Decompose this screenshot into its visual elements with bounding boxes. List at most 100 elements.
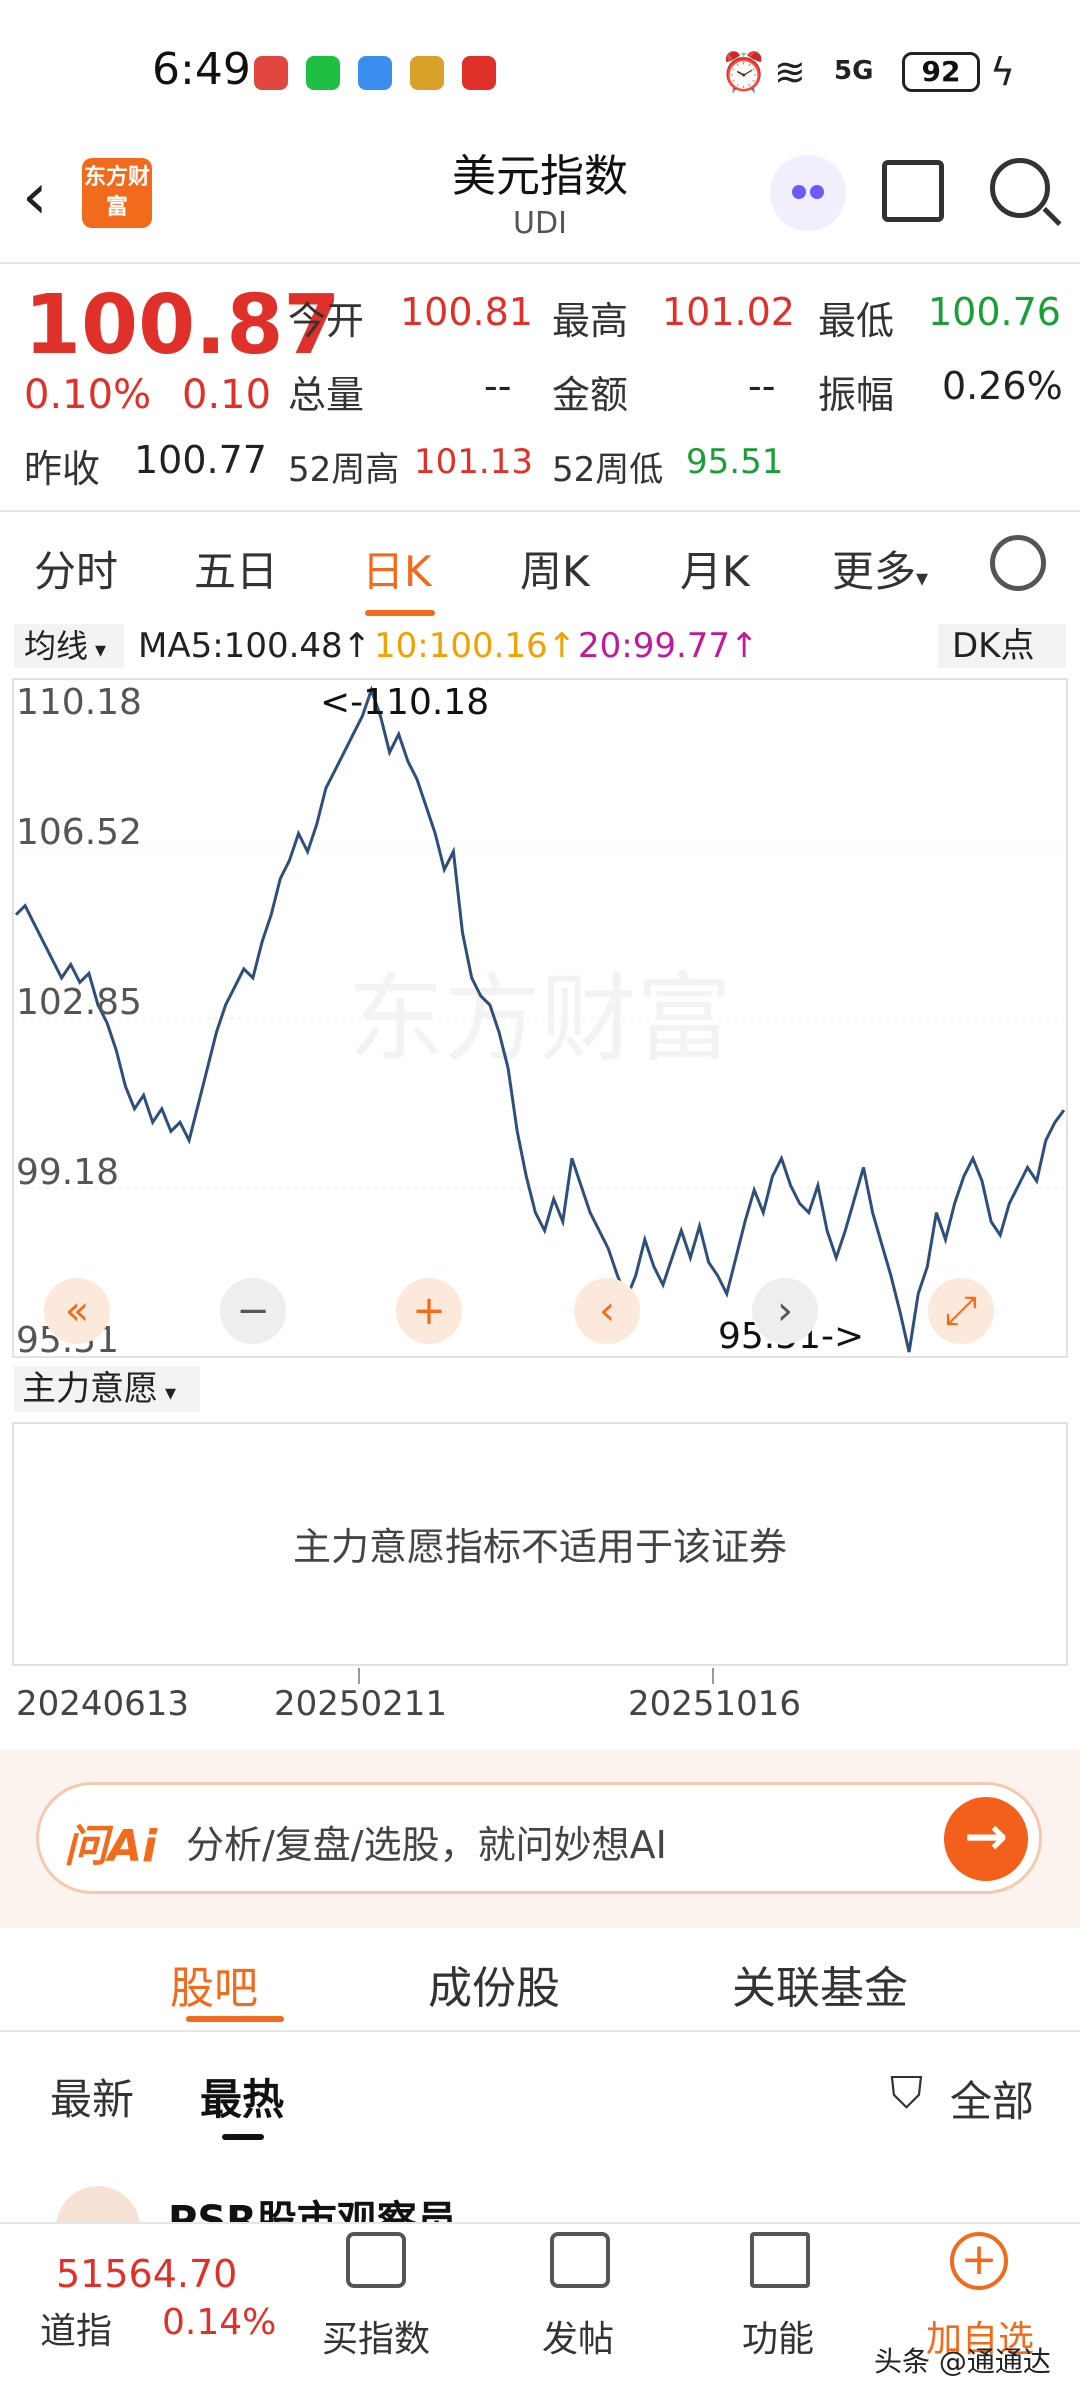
active-tab-indicator [365,610,435,616]
indicator-selector[interactable]: 主力意愿 ▾ [14,1366,200,1412]
amplitude-value: 0.26% [942,364,1063,408]
chart-icon[interactable] [346,2232,406,2288]
y-tick-label: 110.18 [16,682,142,723]
gear-icon[interactable] [990,535,1046,591]
scroll-left-button[interactable]: ‹ [574,1278,640,1344]
scroll-start-button[interactable]: « [44,1278,110,1344]
battery-level: 92 [902,52,980,92]
wk52-high-label: 52周高 [288,450,400,490]
share-icon[interactable] [882,160,944,222]
tab-constituents[interactable]: 成份股 [428,1952,560,2016]
chart-watermark: 东方财富 [348,966,732,1073]
x-tick-label: 20240613 [16,1684,190,1724]
amplitude-label: 振幅 [818,373,895,417]
xiaohongshu-app-icon [462,56,496,90]
price-chart-svg: 东方财富 [14,685,1066,1353]
zoom-in-button[interactable]: + [396,1278,462,1344]
dropdown-icon: ▾ [88,638,107,663]
wifi-icon: ≋ [774,50,806,94]
app-logo-text: 东方财富 [83,165,150,220]
wk52-low-value: 95.51 [686,442,784,482]
functions-label[interactable]: 功能 [708,2310,848,2362]
header-divider [0,262,1080,264]
change-percent: 0.10% [24,372,152,418]
active-subtab-indicator [222,2134,264,2140]
buy-index-label[interactable]: 买指数 [306,2310,446,2362]
add-icon[interactable]: + [950,2232,1008,2290]
open-label: 今开 [288,299,365,343]
fullscreen-button[interactable]: ⤢ [928,1278,994,1344]
status-bar: 6:49 ⏰ ≋ 5G 92 ϟ [0,0,1080,140]
dropdown-icon: ▾ [158,1381,177,1406]
low-label: 最低 [818,299,895,343]
x-tick [712,1668,714,1684]
zoom-out-button[interactable]: − [220,1278,286,1344]
quote-divider [0,510,1080,512]
open-value: 100.81 [400,290,533,334]
volume-label: 总量 [288,373,365,417]
status-time: 6:49 [152,44,251,95]
scroll-right-button[interactable]: › [752,1278,818,1344]
robot-eye-right [810,185,824,199]
cloud-app-icon [358,56,392,90]
filter-all[interactable]: 全部 [950,2068,1034,2129]
network-label: 5G [834,56,874,86]
tab-latest[interactable]: 最新 [50,2066,134,2127]
wk52-low-label: 52周低 [552,450,664,490]
filter-icon[interactable]: ⛉ [890,2068,923,2119]
tab-five-day[interactable]: 五日 [194,538,278,599]
tab-daily-k[interactable]: 日K [362,538,432,599]
tab-more[interactable]: 更多▾ [832,538,928,599]
change-value: 0.10 [182,372,272,418]
ai-go-button[interactable]: → [944,1797,1028,1881]
prev-close-label: 昨收 [24,447,101,491]
indicator-selector-label: 主力意愿 [22,1369,158,1409]
price-chart[interactable]: 东方财富 [12,678,1068,1358]
active-section-indicator [186,2016,284,2022]
charging-icon: ϟ [990,50,1016,94]
ma5-value: MA5:100.48↑ [138,626,372,666]
tab-weekly-k[interactable]: 周K [520,538,590,599]
ma10-value: 10:100.16↑ [374,626,577,666]
post-label[interactable]: 发帖 [508,2310,648,2362]
tab-related-funds[interactable]: 关联基金 [732,1952,908,2016]
huawei-app-icon [254,56,288,90]
app-logo: 东方财富 [82,158,152,228]
dow-index-pct[interactable]: 0.14% [162,2302,276,2343]
dk-label: DK点 [952,626,1035,666]
ma-selector[interactable]: 均线 ▾ [14,624,124,668]
tab-hottest[interactable]: 最热 [200,2066,284,2127]
game-app-icon [410,56,444,90]
tab-intraday[interactable]: 分时 [34,538,118,599]
high-label: 最高 [552,299,629,343]
wk52-high-value: 101.13 [414,442,533,482]
ai-robot-icon[interactable] [770,155,846,231]
y-tick-label: 99.18 [16,1152,120,1193]
y-tick-label: 102.85 [16,982,142,1023]
back-arrow-icon[interactable]: ‹ [22,160,48,234]
x-tick-label: 20250211 [274,1684,448,1724]
max-annotation: <-110.18 [320,682,490,723]
dow-index-name[interactable]: 道指 [40,2302,112,2354]
edit-icon[interactable] [550,2232,610,2288]
robot-eye-left [792,185,806,199]
section-divider [0,2030,1080,2032]
low-value: 100.76 [928,290,1061,334]
dk-points-toggle[interactable]: DK点 [938,624,1066,668]
alarm-icon: ⏰ [720,50,768,94]
tab-monthly-k[interactable]: 月K [680,538,750,599]
indicator-message: 主力意愿指标不适用于该证券 [292,1525,787,1569]
page-title: 美元指数 [452,151,628,202]
dow-index-value[interactable]: 51564.70 [56,2252,237,2296]
amount-label: 金额 [552,373,629,417]
grid-icon[interactable] [750,2232,810,2288]
footer-watermark: 头条 @通通达 [874,2345,1051,2378]
amount-value: -- [748,364,776,408]
x-tick-label: 20251016 [628,1684,802,1724]
y-tick-label: 106.52 [16,812,142,853]
ma-selector-label: 均线 [24,627,89,665]
dropdown-icon: ▾ [916,564,929,592]
tab-guba[interactable]: 股吧 [170,1952,258,2016]
ai-placeholder: 分析/复盘/选股，就问妙想AI [186,1823,667,1867]
search-icon[interactable] [990,158,1050,218]
